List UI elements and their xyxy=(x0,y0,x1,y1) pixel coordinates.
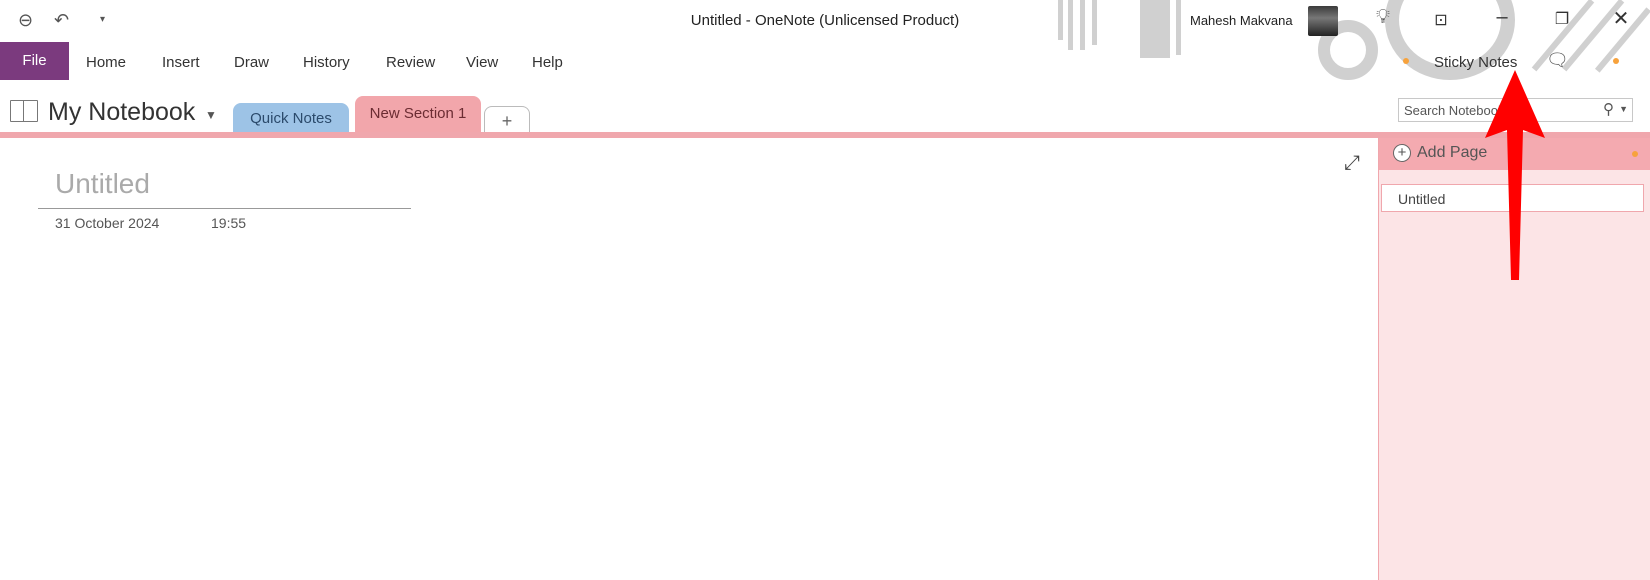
tab-draw[interactable]: Draw xyxy=(234,54,269,71)
avatar[interactable] xyxy=(1308,6,1338,36)
page-date: 31 October 2024 xyxy=(55,215,160,231)
window-title: Untitled - OneNote (Unlicensed Product) xyxy=(690,12,960,29)
close-icon[interactable]: ✕ xyxy=(1606,6,1636,31)
tab-review[interactable]: Review xyxy=(386,54,435,71)
search-scope-dropdown-icon[interactable]: ▼ xyxy=(1619,104,1628,114)
chevron-down-icon[interactable]: ▼ xyxy=(205,108,217,122)
tab-insert[interactable]: Insert xyxy=(162,54,200,71)
title-divider xyxy=(38,208,411,209)
plus-circle-icon: + xyxy=(1393,144,1411,162)
search-icon[interactable]: ⚲ xyxy=(1603,100,1614,118)
tab-view[interactable]: View xyxy=(466,54,498,71)
notification-dot xyxy=(1613,58,1619,64)
expand-icon[interactable]: ⤢ xyxy=(1344,152,1360,175)
notebook-name[interactable]: My Notebook xyxy=(48,98,195,127)
tab-help[interactable]: Help xyxy=(532,54,563,71)
notebook-icon[interactable] xyxy=(10,100,38,122)
tab-home[interactable]: Home xyxy=(86,54,126,71)
page-time: 19:55 xyxy=(211,215,247,231)
notification-dot xyxy=(1403,58,1409,64)
ribbon-display-icon[interactable]: ⊡ xyxy=(1426,10,1456,30)
annotation-arrow xyxy=(1485,70,1545,280)
section-tab-new-section-1[interactable]: New Section 1 xyxy=(355,96,481,135)
user-name[interactable]: Mahesh Makvana xyxy=(1190,13,1293,28)
notification-dot xyxy=(1632,151,1638,157)
section-tab-quick-notes[interactable]: Quick Notes xyxy=(233,103,349,135)
tab-history[interactable]: History xyxy=(303,54,350,71)
comment-icon[interactable]: 🗨︎ xyxy=(1546,50,1569,71)
lightbulb-icon[interactable]: 💡︎ xyxy=(1368,6,1398,29)
restore-icon[interactable]: ❐ xyxy=(1547,9,1577,29)
add-section-button[interactable]: + xyxy=(484,106,530,135)
page-title-input[interactable]: Untitled xyxy=(55,168,150,200)
minimize-icon[interactable]: – xyxy=(1487,6,1517,29)
title-bar: ⊖ ↶ ▾ Untitled - OneNote (Unlicensed Pro… xyxy=(0,0,1650,40)
sticky-notes-button[interactable]: Sticky Notes xyxy=(1434,54,1517,71)
